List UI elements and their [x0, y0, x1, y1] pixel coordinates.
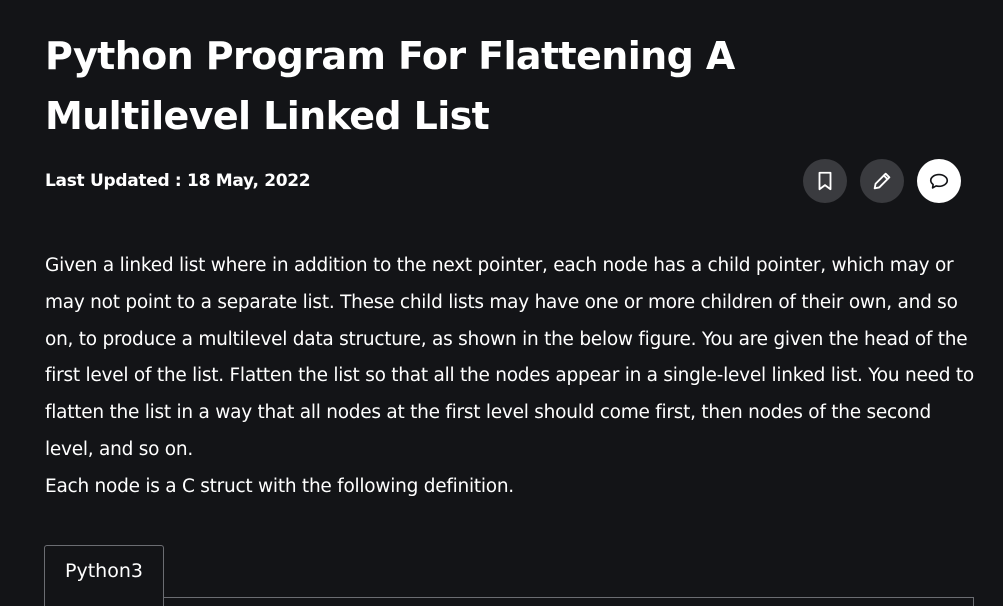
bookmark-button[interactable]: [803, 159, 847, 203]
discuss-button[interactable]: [917, 159, 961, 203]
pencil-icon: [871, 170, 893, 192]
bookmark-icon: [814, 170, 836, 192]
article-paragraph: Given a linked list where in addition to…: [45, 255, 974, 460]
page-title: Python Program For Flattening A Multilev…: [45, 34, 735, 138]
code-panel: [164, 597, 974, 606]
edit-button[interactable]: [860, 159, 904, 203]
last-updated-label: Last Updated :: [45, 171, 188, 191]
chat-bubbles-icon: [928, 170, 950, 192]
tab-label: Python3: [65, 560, 143, 582]
last-updated-date: 18 May, 2022: [187, 171, 311, 191]
last-updated: Last Updated : 18 May, 2022: [45, 170, 311, 192]
article-body: Given a linked list where in addition to…: [45, 248, 975, 506]
article-paragraph: Each node is a C struct with the followi…: [45, 475, 514, 497]
tab-python3[interactable]: Python3: [44, 545, 164, 606]
